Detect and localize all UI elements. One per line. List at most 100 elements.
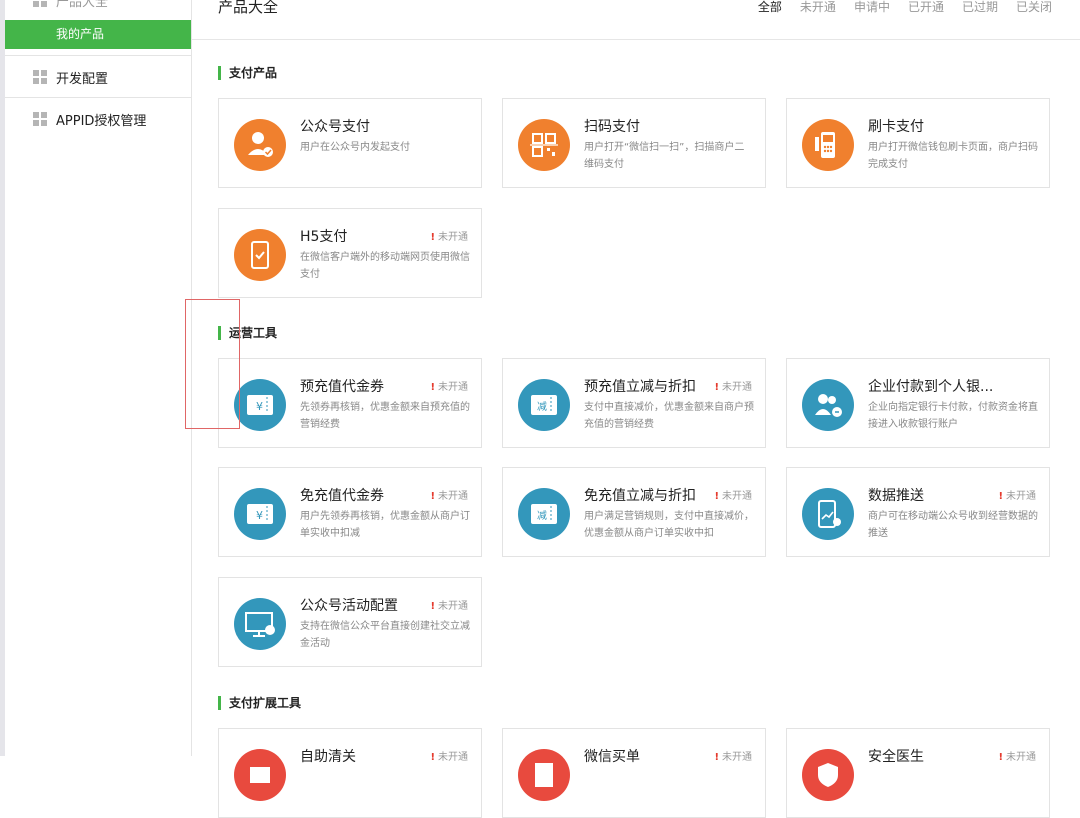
product-card-title: 免充值立减与折扣 (584, 488, 696, 504)
product-card[interactable]: 刷卡支付用户打开微信钱包刷卡页面，商户扫码完成支付 (786, 98, 1050, 188)
product-card[interactable]: 微信买单! 未开通 (502, 728, 766, 818)
main-content: 产品大全 全部 未开通 申请中 已开通 已过期 已关闭 支付产品 运营工具 支付… (192, 0, 1080, 818)
doctor-icon (802, 749, 854, 801)
card-terminal-icon (802, 119, 854, 171)
status-badge: ! 未开通 (430, 597, 468, 612)
status-text: 未开通 (438, 752, 468, 763)
yen-coupon-icon: ¥ (234, 379, 286, 431)
status-text: 未开通 (722, 752, 752, 763)
status-badge: ! 未开通 (430, 487, 468, 502)
status-text: 未开通 (722, 382, 752, 393)
warning-mark-icon: ! (714, 382, 719, 393)
product-card[interactable]: 数据推送商户可在移动端公众号收到经营数据的推送 ! 未开通 (786, 467, 1050, 557)
product-card[interactable]: 公众号支付用户在公众号内发起支付 (218, 98, 482, 188)
filter-applying[interactable]: 申请中 (854, 0, 890, 15)
product-card[interactable]: 减 免充值立减与折扣用户满足营销规则，支付中直接减价，优惠金额从商户订单实收中扣!… (502, 467, 766, 557)
product-card-description: 用户先领券再核销，优惠金额从商户订单实收中扣减 (300, 511, 470, 539)
filter-expired[interactable]: 已过期 (962, 0, 998, 15)
product-card-title: 免充值代金券 (300, 488, 384, 504)
product-card-description: 商户可在移动端公众号收到经营数据的推送 (868, 511, 1038, 539)
sidebar-item-label: APPID授权管理 (56, 113, 147, 129)
product-card-description: 企业向指定银行卡付款，付款资金将直接进入收款银行账户 (868, 402, 1038, 430)
product-card-title: 扫码支付 (584, 119, 640, 135)
product-card[interactable]: H5支付在微信客户端外的移动端网页使用微信支付 ! 未开通 (218, 208, 482, 298)
phone-check-icon (234, 229, 286, 281)
filter-not-opened[interactable]: 未开通 (800, 0, 836, 15)
status-text: 未开通 (438, 491, 468, 502)
status-badge: ! 未开通 (430, 228, 468, 243)
product-card-title: 企业付款到个人银... (868, 379, 994, 395)
yen-coupon-icon: ¥ (234, 488, 286, 540)
product-card-title: 公众号支付 (300, 119, 370, 135)
sidebar-item-appid-auth[interactable]: APPID授权管理 (5, 98, 191, 140)
grid-icon (33, 70, 47, 84)
svg-text:¥: ¥ (256, 509, 263, 522)
sidebar-item-label: 产品大全 (56, 0, 109, 10)
product-card[interactable]: ¥ 免充值代金券 用户先领券再核销，优惠金额从商户订单实收中扣减! 未开通 (218, 467, 482, 557)
product-card-title: 自助清关 (300, 749, 356, 765)
discount-coupon-icon: 减 (518, 379, 570, 431)
grid-icon (33, 112, 47, 126)
qrcode-icon (518, 119, 570, 171)
product-card-description: 支持在微信公众平台直接创建社交立减金活动 (300, 621, 470, 649)
warning-mark-icon: ! (714, 752, 719, 763)
product-card-description: 在微信客户端外的移动端网页使用微信支付 (300, 252, 470, 280)
product-card[interactable]: 安全医生! 未开通 (786, 728, 1050, 818)
section-title-payment-extension-tools: 支付扩展工具 (218, 696, 301, 710)
warning-mark-icon: ! (430, 382, 435, 393)
product-card-title: 安全医生 (868, 749, 924, 765)
sidebar-item-dev-config[interactable]: 开发配置 (5, 56, 191, 98)
discount-coupon-icon: 减 (518, 488, 570, 540)
status-badge: ! 未开通 (714, 487, 752, 502)
status-badge: ! 未开通 (714, 378, 752, 393)
warning-mark-icon: ! (998, 491, 1003, 502)
product-card[interactable]: 企业付款到个人银... 企业向指定银行卡付款，付款资金将直接进入收款银行账户 (786, 358, 1050, 448)
status-text: 未开通 (1006, 752, 1036, 763)
sidebar-item-all-products[interactable]: 产品大全 (5, 0, 191, 14)
status-filter-bar: 全部 未开通 申请中 已开通 已过期 已关闭 (758, 0, 1052, 15)
product-card[interactable]: 公众号活动配置支持在微信公众平台直接创建社交立减金活动 ! 未开通 (218, 577, 482, 667)
filter-opened[interactable]: 已开通 (908, 0, 944, 15)
product-card[interactable]: 自助清关! 未开通 (218, 728, 482, 818)
svg-text:¥: ¥ (256, 400, 263, 413)
section-title-operation-tools: 运营工具 (218, 326, 277, 340)
filter-closed[interactable]: 已关闭 (1016, 0, 1052, 15)
product-card-title: 数据推送 (868, 488, 924, 504)
product-card[interactable]: 扫码支付 用户打开“微信扫一扫”，扫描商户二维码支付 (502, 98, 766, 188)
product-card-title: 预充值代金券 (300, 379, 384, 395)
monitor-settings-icon (234, 598, 286, 650)
grid-icon (33, 0, 47, 7)
status-text: 未开通 (722, 491, 752, 502)
section-title-payment-products: 支付产品 (218, 66, 277, 80)
warning-mark-icon: ! (714, 491, 719, 502)
phone-chart-icon (802, 488, 854, 540)
users-pay-icon (802, 379, 854, 431)
product-card[interactable]: 减预充值立减与折扣 支付中直接减价，优惠金额来自商户预充值的营销经费! 未开通 (502, 358, 766, 448)
sidebar: 产品大全 我的产品 开发配置 APPID授权管理 (5, 0, 192, 756)
product-card-title: 预充值立减与折扣 (584, 379, 696, 395)
product-card-description: 用户打开微信钱包刷卡页面，商户扫码完成支付 (868, 142, 1038, 170)
warning-mark-icon: ! (998, 752, 1003, 763)
warning-mark-icon: ! (430, 752, 435, 763)
user-check-icon (234, 119, 286, 171)
status-badge: ! 未开通 (998, 487, 1036, 502)
svg-text:减: 减 (537, 510, 547, 522)
product-card-description: 用户满足营销规则，支付中直接减价，优惠金额从商户订单实收中扣 (584, 511, 754, 539)
sidebar-item-label: 开发配置 (56, 71, 109, 87)
warning-mark-icon: ! (430, 601, 435, 612)
customs-icon (234, 749, 286, 801)
warning-mark-icon: ! (430, 491, 435, 502)
product-card-description: 先领券再核销，优惠金额来自预充值的营销经费 (300, 402, 470, 430)
warning-mark-icon: ! (430, 232, 435, 243)
product-card-title: 刷卡支付 (868, 119, 924, 135)
filter-all[interactable]: 全部 (758, 0, 782, 15)
product-card-title: 公众号活动配置 (300, 598, 398, 614)
svg-text:减: 减 (537, 401, 547, 413)
product-card-title: H5支付 (300, 229, 348, 245)
product-card-description: 支付中直接减价，优惠金额来自商户预充值的营销经费 (584, 402, 754, 430)
status-text: 未开通 (438, 382, 468, 393)
status-badge: ! 未开通 (430, 378, 468, 393)
product-card[interactable]: ¥ 预充值代金券 先领券再核销，优惠金额来自预充值的营销经费! 未开通 (218, 358, 482, 448)
product-card-description: 用户在公众号内发起支付 (300, 142, 410, 153)
sidebar-item-my-products[interactable]: 我的产品 (5, 20, 191, 49)
